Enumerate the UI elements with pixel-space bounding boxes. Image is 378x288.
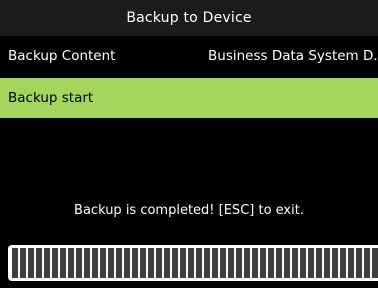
title-bar: Backup to Device xyxy=(0,0,378,36)
page-title: Backup to Device xyxy=(126,10,252,26)
backup-content-row[interactable]: Backup Content Business Data System D... xyxy=(0,36,378,76)
backup-content-value: Business Data System D... xyxy=(208,48,378,64)
backup-start-row[interactable]: Backup start xyxy=(0,78,378,118)
progress-bar xyxy=(8,245,378,281)
backup-start-label: Backup start xyxy=(8,90,94,106)
backup-content-label: Backup Content xyxy=(8,48,116,64)
backup-screen: Backup to Device Backup Content Business… xyxy=(0,0,378,288)
progress-fill xyxy=(12,248,378,278)
status-message: Backup is completed! [ESC] to exit. xyxy=(74,202,304,218)
